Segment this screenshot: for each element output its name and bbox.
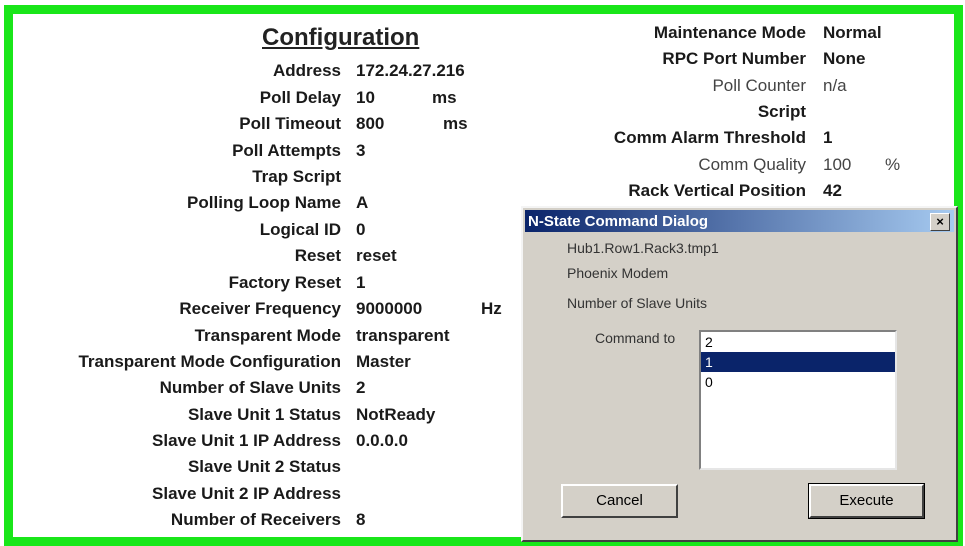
row-unit-poll-delay: ms — [432, 88, 457, 107]
row-label-poll-attempts: Poll Attempts — [232, 141, 341, 160]
row-value-poll-timeout: 800 — [356, 114, 385, 133]
property-name: Number of Slave Units — [567, 295, 708, 311]
row-value-factory-reset: 1 — [356, 273, 366, 292]
row-label-poll-timeout: Poll Timeout — [239, 114, 341, 133]
row-value-slave-unit-1-ip: 0.0.0.0 — [356, 431, 408, 450]
row-value-address: 172.24.27.216 — [356, 61, 465, 80]
row-value-poll-attempts: 3 — [356, 141, 366, 160]
option-0[interactable]: 0 — [701, 372, 895, 392]
row-label-script: Script — [757, 102, 806, 121]
row-unit-poll-timeout: ms — [443, 114, 468, 133]
row-value-comm-alarm-threshold: 1 — [823, 128, 833, 147]
close-button[interactable]: × — [930, 213, 950, 231]
row-value-transparent-mode-configuration: Master — [356, 352, 411, 371]
device-path: Hub1.Row1.Rack3.tmp1 — [567, 240, 719, 256]
row-value-rpc-port-number: None — [823, 49, 866, 68]
command-to-label: Command to — [595, 330, 676, 346]
row-label-reset: Reset — [294, 246, 341, 265]
row-value-reset: reset — [356, 246, 397, 265]
row-value-receiver-frequency: 9000000 — [356, 299, 423, 318]
device-type: Phoenix Modem — [567, 265, 669, 281]
row-label-slave-unit-2-ip: Slave Unit 2 IP Address — [152, 484, 341, 503]
row-label-logical-id: Logical ID — [259, 220, 341, 239]
row-value-logical-id: 0 — [356, 220, 366, 239]
row-value-poll-counter: n/a — [823, 76, 847, 95]
row-label-slave-unit-2-status: Slave Unit 2 Status — [187, 457, 341, 476]
cancel-button[interactable]: Cancel — [561, 484, 678, 518]
row-label-factory-reset: Factory Reset — [228, 273, 341, 292]
row-label-trap-script: Trap Script — [252, 167, 341, 186]
row-value-number-of-slave-units: 2 — [356, 378, 366, 397]
row-label-slave-unit-1-ip: Slave Unit 1 IP Address — [152, 431, 341, 450]
row-label-comm-alarm-threshold: Comm Alarm Threshold — [613, 128, 806, 147]
row-unit-receiver-frequency: Hz — [481, 299, 502, 318]
row-label-comm-quality: Comm Quality — [698, 155, 806, 174]
close-icon: × — [936, 214, 944, 229]
row-value-transparent-mode: transparent — [356, 326, 450, 345]
row-label-rack-vertical-position: Rack Vertical Position — [628, 181, 806, 200]
command-dialog: N-State Command Dialog × Hub1.Row1.Rack3… — [521, 206, 958, 542]
row-value-poll-delay: 10 — [356, 88, 375, 107]
option-2[interactable]: 2 — [701, 332, 895, 352]
row-label-receiver-frequency: Receiver Frequency — [179, 299, 341, 318]
row-unit-comm-quality: % — [885, 155, 901, 174]
row-value-number-of-receivers: 8 — [356, 510, 366, 529]
page-title: Configuration — [262, 24, 420, 51]
row-label-rpc-port-number: RPC Port Number — [662, 49, 806, 68]
row-value-rack-vertical-position: 42 — [823, 181, 842, 200]
row-value-maintenance-mode: Normal — [823, 23, 882, 42]
row-label-poll-counter: Poll Counter — [712, 76, 806, 95]
execute-button[interactable]: Execute — [808, 483, 925, 519]
row-label-transparent-mode-configuration: Transparent Mode Configuration — [78, 352, 341, 371]
row-value-comm-quality: 100 — [823, 155, 852, 174]
row-label-address: Address — [272, 61, 341, 80]
row-label-maintenance-mode: Maintenance Mode — [653, 23, 806, 42]
dialog-title: N-State Command Dialog — [528, 213, 709, 230]
row-label-number-of-slave-units: Number of Slave Units — [159, 378, 341, 397]
dialog-titlebar[interactable]: N-State Command Dialog × — [525, 210, 954, 232]
row-label-poll-delay: Poll Delay — [259, 88, 341, 107]
row-value-polling-loop-name: A — [356, 193, 369, 212]
row-label-polling-loop-name: Polling Loop Name — [187, 193, 341, 212]
option-1[interactable]: 1 — [701, 352, 895, 372]
row-value-slave-unit-1-status: NotReady — [356, 405, 436, 424]
row-label-number-of-receivers: Number of Receivers — [170, 510, 341, 529]
command-options-list[interactable]: 2 1 0 — [699, 330, 897, 470]
row-label-transparent-mode: Transparent Mode — [194, 326, 341, 345]
row-label-slave-unit-1-status: Slave Unit 1 Status — [187, 405, 341, 424]
